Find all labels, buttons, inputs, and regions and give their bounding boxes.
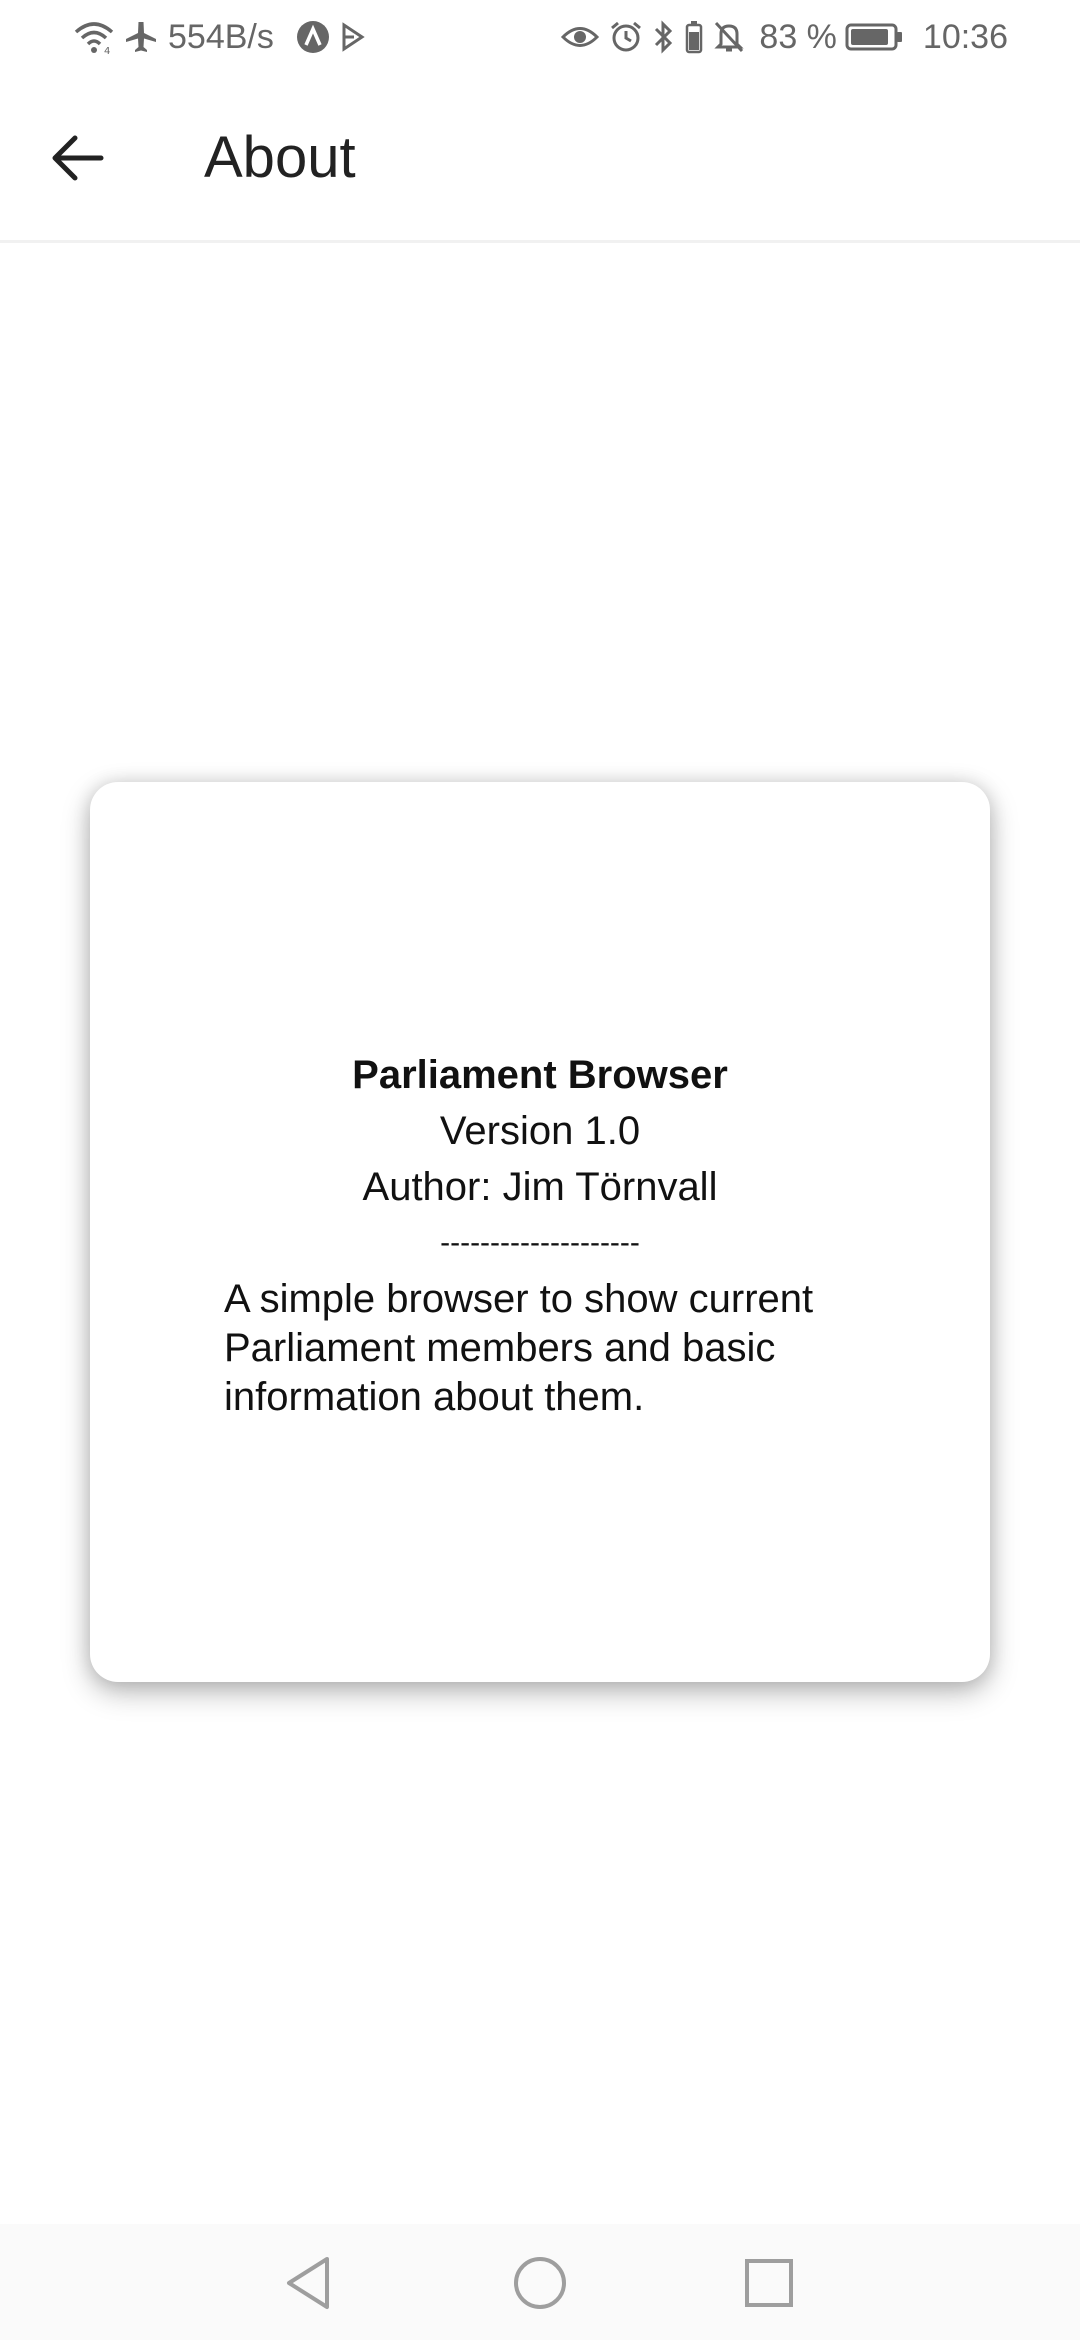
system-nav-bar (0, 2224, 1080, 2340)
app-bar: About (0, 74, 1080, 243)
home-circle-icon (514, 2257, 566, 2309)
alarm-icon (609, 20, 643, 54)
app-a-icon (296, 20, 330, 54)
battery-icon (845, 22, 903, 52)
app-name: Parliament Browser (352, 1053, 728, 1097)
net-speed-text: 554B/s (168, 17, 274, 56)
mute-icon (713, 20, 745, 54)
wifi-icon: 4 (74, 20, 114, 54)
page-title: About (204, 125, 356, 190)
about-card-content: Parliament Browser Version 1.0 Author: J… (90, 1047, 990, 1422)
airplane-icon (124, 20, 158, 54)
status-bar-right: 83 % 10:36 (561, 14, 1008, 60)
status-bar-left: 4 554B/s (74, 14, 376, 60)
clock-time: 10:36 (922, 17, 1008, 56)
battery-percent-text: 83 % (759, 17, 837, 56)
bluetooth-icon (653, 20, 675, 54)
nav-home-button[interactable] (505, 2248, 575, 2318)
about-screen: 4 554B/s 83 % 10:36 About Parliament Bro… (0, 0, 1080, 2340)
nav-recents-button[interactable] (734, 2248, 804, 2318)
recents-square-icon (745, 2259, 793, 2307)
play-icon (340, 22, 366, 52)
about-card: Parliament Browser Version 1.0 Author: J… (90, 782, 990, 1682)
app-description: A simple browser to show current Parliam… (224, 1277, 814, 1419)
svg-text:4: 4 (104, 46, 110, 54)
battery-small-icon (685, 20, 703, 54)
back-triangle-icon (287, 2257, 329, 2309)
app-version: Version 1.0 (439, 1109, 641, 1153)
app-author: Author: Jim Törnvall (362, 1165, 718, 1209)
nav-back-button[interactable] (273, 2248, 343, 2318)
text-divider: -------------------- (440, 1226, 640, 1259)
arrow-left-icon (52, 135, 104, 181)
status-bar: 4 554B/s 83 % 10:36 (0, 0, 1080, 74)
back-button[interactable] (30, 110, 126, 206)
eye-icon (561, 22, 600, 52)
